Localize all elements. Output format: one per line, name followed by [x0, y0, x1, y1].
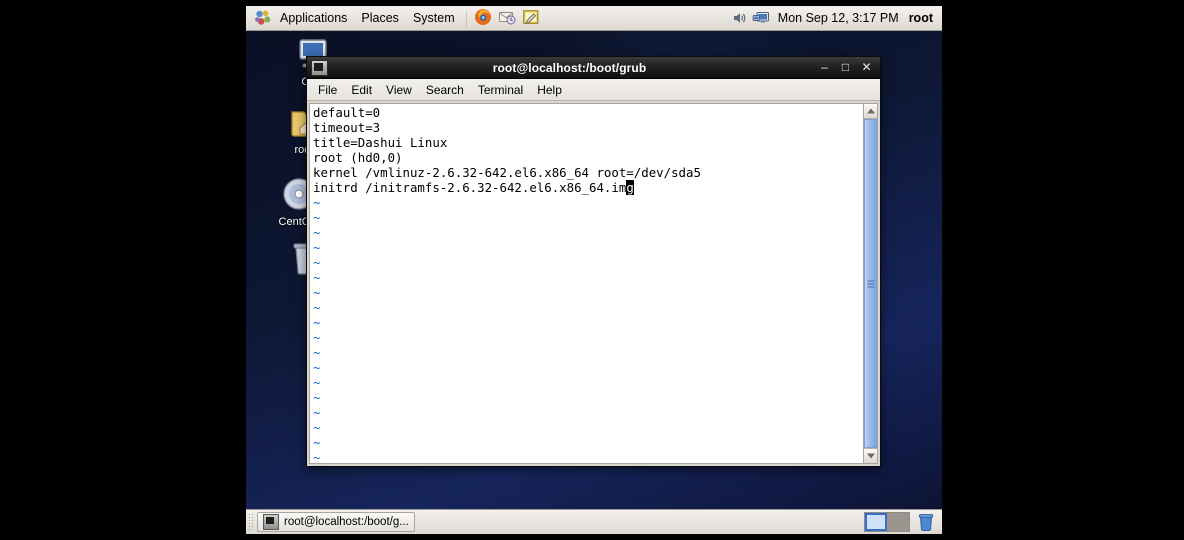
volume-icon[interactable] [729, 8, 749, 28]
scroll-up-arrow-icon [866, 108, 875, 114]
terminal-title: root@localhost:/boot/grub [492, 60, 647, 75]
gnome-foot-icon [254, 9, 272, 27]
terminal-tilde-line: ~ [313, 255, 321, 270]
terminal-tilde-line: ~ [313, 405, 321, 420]
menu-view[interactable]: View [379, 80, 419, 100]
evolution-mail-icon [498, 8, 516, 29]
terminal-icon [263, 514, 279, 530]
taskbar-window-label: root@localhost:/boot/g... [284, 516, 409, 528]
top-panel[interactable]: Applications Places System Mon Sep 12, 3… [246, 6, 942, 31]
panel-clock[interactable]: Mon Sep 12, 3:17 PM [772, 9, 905, 27]
terminal-tilde-block: ~ ~ ~ ~ ~ ~ ~ ~ ~ ~ ~ ~ ~ ~ ~ ~ ~ ~ [311, 195, 863, 464]
panel-menu-system[interactable]: System [406, 7, 462, 29]
menu-file[interactable]: File [311, 80, 344, 100]
scrollbar-track[interactable] [864, 119, 877, 448]
terminal-line: timeout=3 [313, 120, 381, 135]
terminal-cursor: g [626, 180, 634, 195]
minimize-button[interactable]: – [817, 60, 832, 75]
terminal-tilde-line: ~ [313, 210, 321, 225]
terminal-tilde-line: ~ [313, 285, 321, 300]
terminal-titlebar[interactable]: root@localhost:/boot/grub – □ ✕ [307, 57, 880, 79]
maximize-button[interactable]: □ [838, 60, 853, 75]
scroll-up-button[interactable] [864, 104, 877, 119]
terminal-line: default=0 [313, 105, 381, 120]
close-button[interactable]: ✕ [859, 60, 874, 75]
menu-search[interactable]: Search [419, 80, 471, 100]
panel-separator [465, 9, 467, 27]
terminal-tilde-line: ~ [313, 360, 321, 375]
launcher-firefox[interactable] [472, 8, 494, 28]
menu-edit[interactable]: Edit [344, 80, 379, 100]
firefox-icon [474, 8, 492, 29]
terminal-body: default=0 timeout=3 title=Dashui Linux r… [307, 101, 880, 466]
terminal-tilde-line: ~ [313, 225, 321, 240]
panel-menu-applications[interactable]: Applications [273, 7, 354, 29]
terminal-tilde-line: ~ [313, 375, 321, 390]
terminal-line: root (hd0,0) [313, 150, 403, 165]
terminal-window[interactable]: root@localhost:/boot/grub – □ ✕ File Edi… [306, 56, 881, 467]
terminal-tilde-line: ~ [313, 435, 321, 450]
cursor-line-before: initrd /initramfs-2.6.32-642.el6.x86_64.… [313, 180, 627, 195]
workspace-1[interactable] [865, 513, 887, 531]
panel-drag-grip[interactable] [248, 513, 255, 531]
terminal-menubar[interactable]: File Edit View Search Terminal Help [307, 79, 880, 101]
terminal-tilde-line: ~ [313, 420, 321, 435]
terminal-icon [311, 59, 328, 76]
display-icon[interactable] [751, 8, 771, 28]
terminal-tilde-line: ~ [313, 330, 321, 345]
text-editor-icon [522, 8, 540, 29]
workspace-2[interactable] [887, 513, 909, 531]
taskbar-window-button[interactable]: root@localhost:/boot/g... [257, 512, 415, 532]
terminal-tilde-line: ~ [313, 300, 321, 315]
scrollbar-grip-icon [867, 280, 874, 287]
terminal-tilde-line: ~ [313, 390, 321, 405]
workspace-switcher[interactable] [864, 512, 910, 532]
window-controls[interactable]: – □ ✕ [811, 60, 874, 75]
panel-menu-places[interactable]: Places [354, 7, 406, 29]
terminal-tilde-line: ~ [313, 240, 321, 255]
trash-icon[interactable] [916, 512, 936, 532]
terminal-tilde-line: ~ [313, 195, 321, 210]
desktop[interactable]: Co... roo... CentO... [246, 6, 942, 534]
terminal-line: title=Dashui Linux [313, 135, 448, 150]
scroll-down-button[interactable] [864, 448, 877, 463]
menu-help[interactable]: Help [530, 80, 569, 100]
scroll-down-arrow-icon [866, 453, 875, 459]
menu-terminal[interactable]: Terminal [471, 80, 530, 100]
panel-user-menu[interactable]: root [905, 9, 942, 27]
launcher-text-editor[interactable] [520, 8, 542, 28]
screen-root: Co... roo... CentO... [0, 0, 1184, 540]
terminal-tilde-line: ~ [313, 345, 321, 360]
terminal-tilde-line: ~ [313, 315, 321, 330]
scrollbar-thumb[interactable] [864, 119, 877, 448]
bottom-panel[interactable]: root@localhost:/boot/g... [246, 509, 942, 534]
terminal-tilde-line: ~ [313, 270, 321, 285]
terminal-line: kernel /vmlinuz-2.6.32-642.el6.x86_64 ro… [313, 165, 701, 180]
terminal-cursor-line: initrd /initramfs-2.6.32-642.el6.x86_64.… [311, 180, 863, 195]
terminal-screen[interactable]: default=0 timeout=3 title=Dashui Linux r… [309, 103, 863, 464]
terminal-tilde-line: ~ [313, 450, 321, 464]
launcher-evolution-mail[interactable] [496, 8, 518, 28]
terminal-scrollbar[interactable] [863, 103, 878, 464]
